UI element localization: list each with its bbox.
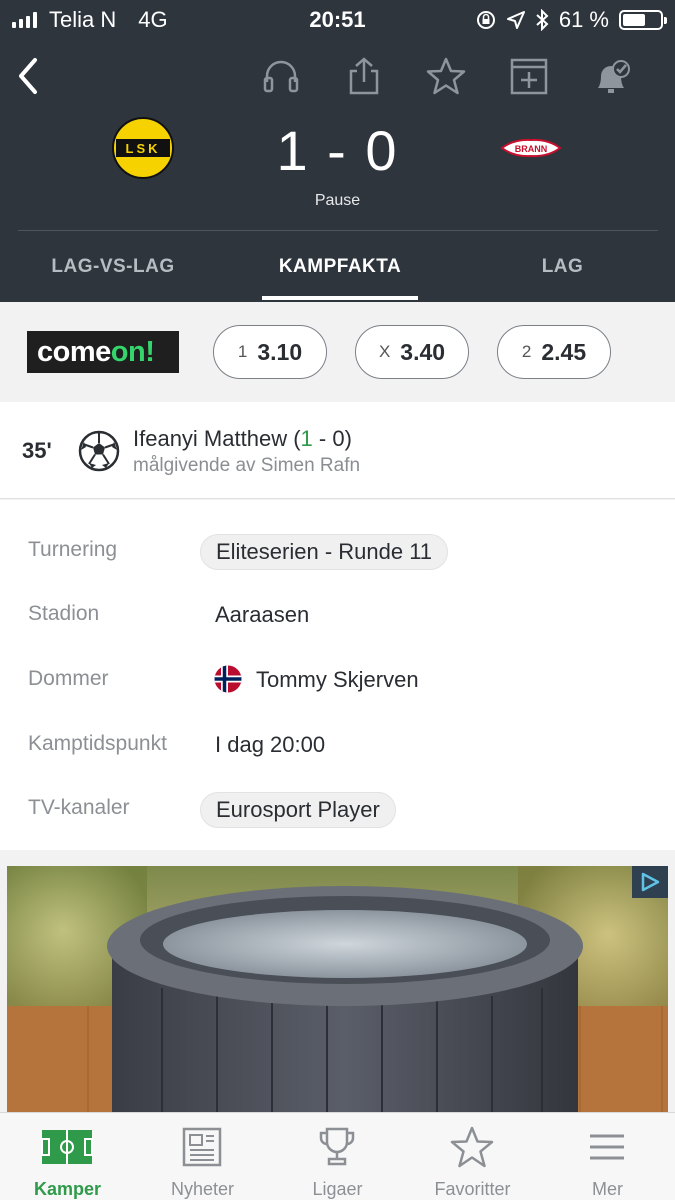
- ad-choices-icon: [641, 872, 660, 892]
- headphones-icon: [263, 60, 299, 93]
- nav-kamper[interactable]: Kamper: [0, 1113, 135, 1200]
- comeon-logo[interactable]: comeon!: [27, 331, 179, 373]
- player-name: Ifeanyi Matthew: [133, 426, 288, 451]
- fact-row-stadium: Stadion Aaraasen: [0, 590, 675, 640]
- odds-label: X: [378, 342, 391, 361]
- odds-draw-button[interactable]: X 3.40: [355, 325, 469, 379]
- tab-lag-vs-lag[interactable]: LAG-VS-LAG: [18, 232, 208, 302]
- odds-value: 3.10: [257, 338, 303, 365]
- bell-check-icon: [598, 60, 630, 93]
- status-bar: Telia N 4G 20:51 61 %: [0, 0, 675, 40]
- referee-name[interactable]: Tommy Skjerven: [256, 667, 419, 693]
- goal-event[interactable]: 35' Ifeanyi Matthew (1 - 0) målgivende a…: [0, 402, 675, 499]
- favorite-button[interactable]: [422, 52, 470, 100]
- fact-row-tournament: Turnering Eliteserien - Runde 11: [0, 532, 675, 582]
- nav-nyheter[interactable]: Nyheter: [135, 1113, 270, 1200]
- location-icon: [506, 11, 525, 29]
- match-tabs: LAG-VS-LAG KAMPFAKTA LAG: [0, 232, 675, 302]
- header-divider: [18, 230, 658, 231]
- add-calendar-icon: [510, 58, 548, 95]
- bottom-navigation: Kamper Nyheter Ligaer Favoritter Mer: [0, 1112, 675, 1200]
- share-icon: [349, 57, 379, 95]
- fact-label: Kamptidspunkt: [28, 732, 167, 755]
- ad-choices-button[interactable]: [632, 866, 668, 898]
- fact-label: Turnering: [28, 538, 118, 561]
- nav-label: Kamper: [33, 1179, 102, 1199]
- nav-label: Nyheter: [170, 1179, 235, 1199]
- event-minute: 35': [22, 438, 52, 463]
- tv-channel-pill[interactable]: Eurosport Player: [200, 792, 396, 828]
- match-header: Telia N 4G 20:51 61 % LSK 1 - 0 Pause BR…: [0, 0, 675, 302]
- fact-label: TV-kanaler: [28, 796, 130, 819]
- menu-icon: [590, 1134, 624, 1160]
- event-score-open: (: [287, 426, 301, 451]
- odds-away-button[interactable]: 2 2.45: [497, 325, 611, 379]
- odds-bar: comeon! 1 3.10 X 3.40 2 2.45: [0, 302, 675, 402]
- event-score-home: 1: [300, 426, 313, 451]
- news-icon: [182, 1127, 222, 1167]
- match-score: 1 - 0: [276, 119, 399, 182]
- nav-mer[interactable]: Mer: [540, 1113, 675, 1200]
- nav-ligaer[interactable]: Ligaer: [270, 1113, 405, 1200]
- football-icon: [78, 430, 120, 472]
- norway-flag-icon: [214, 665, 242, 693]
- pitch-icon: [41, 1130, 93, 1164]
- back-button[interactable]: [4, 52, 52, 100]
- tab-kampfakta[interactable]: KAMPFAKTA: [262, 232, 418, 302]
- goal-scorer: Ifeanyi Matthew (1 - 0): [133, 426, 352, 452]
- odds-value: 2.45: [541, 338, 587, 365]
- match-status: Pause: [314, 192, 361, 209]
- advertisement-banner[interactable]: [7, 866, 668, 1116]
- odds-label: 2: [521, 342, 532, 361]
- fact-value: Aaraasen: [215, 602, 310, 627]
- star-icon: [426, 57, 466, 95]
- share-button[interactable]: [340, 52, 388, 100]
- nav-favoritter[interactable]: Favoritter: [405, 1113, 540, 1200]
- nav-label: Mer: [592, 1179, 623, 1199]
- assist-text: målgivende av Simen Rafn: [133, 455, 361, 476]
- tab-lag[interactable]: LAG: [490, 232, 635, 302]
- add-to-calendar-button[interactable]: [505, 52, 553, 100]
- fact-label: Stadion: [28, 602, 100, 625]
- match-facts: Turnering Eliteserien - Runde 11 Stadion…: [0, 500, 675, 850]
- away-team-logo[interactable]: BRANN: [500, 117, 562, 179]
- tournament-pill[interactable]: Eliteserien - Runde 11: [200, 534, 449, 570]
- star-icon: [450, 1126, 494, 1168]
- hot-tub-image: [107, 886, 583, 1116]
- nav-label: Ligaer: [312, 1179, 363, 1199]
- away-team-logo-text: BRANN: [515, 144, 548, 154]
- fact-row-kickoff: Kamptidspunkt I dag 20:00: [0, 720, 675, 770]
- match-toolbar: [0, 52, 675, 100]
- audio-button[interactable]: [257, 52, 305, 100]
- odds-label: 1: [237, 342, 248, 361]
- odds-home-button[interactable]: 1 3.10: [213, 325, 327, 379]
- notifications-button[interactable]: [588, 52, 636, 100]
- back-icon: [19, 58, 37, 94]
- event-score-rest: - 0): [312, 426, 352, 451]
- comeon-logo-text-accent: on!: [110, 336, 155, 368]
- fact-row-referee: Dommer Tommy Skjerven: [0, 655, 675, 705]
- comeon-logo-text: come: [37, 336, 111, 368]
- fact-value: I dag 20:00: [215, 732, 326, 757]
- fact-row-tv: TV-kanaler Eurosport Player: [0, 790, 675, 840]
- odds-value: 3.40: [400, 338, 446, 365]
- rotation-lock-icon: [476, 11, 495, 29]
- trophy-icon: [319, 1127, 355, 1166]
- fact-label: Dommer: [28, 667, 109, 690]
- battery-percent: 61 %: [558, 7, 609, 32]
- battery-icon: [619, 10, 667, 30]
- bluetooth-icon: [536, 9, 549, 31]
- nav-label: Favoritter: [434, 1179, 511, 1199]
